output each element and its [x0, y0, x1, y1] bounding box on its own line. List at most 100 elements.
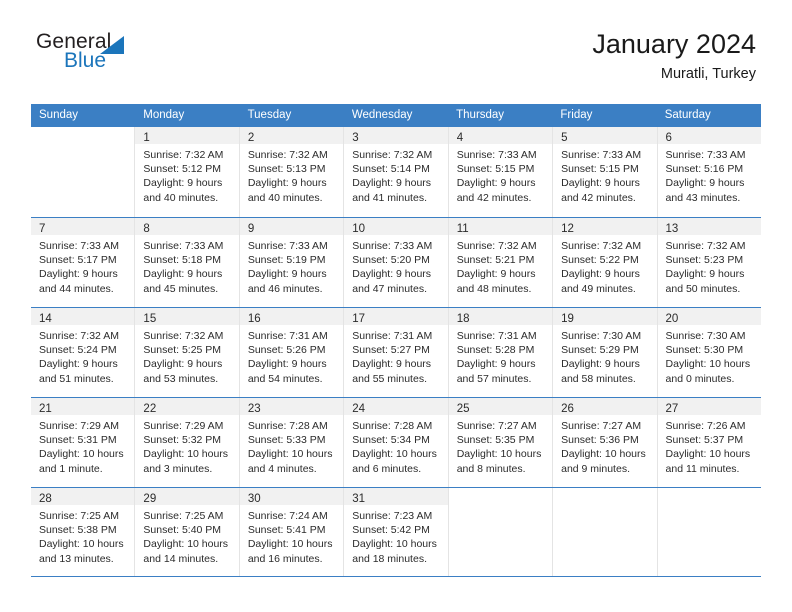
sunset-text: Sunset: 5:32 PM [143, 434, 222, 447]
daylight-text-line2: and 9 minutes. [561, 462, 630, 475]
day-number: 15 [143, 313, 157, 325]
daylight-text-line2: and 50 minutes. [665, 282, 741, 295]
day-cell[interactable]: 12 Sunrise: 7:32 AM Sunset: 5:22 PM Dayl… [553, 218, 658, 307]
sunset-text: Sunset: 5:13 PM [247, 163, 326, 176]
day-number-bar: 26 [553, 398, 657, 415]
daylight-text-line1: Daylight: 9 hours [143, 177, 223, 190]
day-cell[interactable]: 21 Sunrise: 7:29 AM Sunset: 5:31 PM Dayl… [31, 398, 136, 487]
day-cell[interactable]: 17 Sunrise: 7:31 AM Sunset: 5:27 PM Dayl… [344, 308, 449, 397]
day-number: 4 [456, 132, 464, 144]
day-cell[interactable]: 8 Sunrise: 7:33 AM Sunset: 5:18 PM Dayli… [135, 218, 240, 307]
day-details: Sunrise: 7:24 AM Sunset: 5:41 PM Dayligh… [240, 505, 343, 566]
day-cell[interactable]: 31 Sunrise: 7:23 AM Sunset: 5:42 PM Dayl… [344, 488, 449, 576]
day-cell[interactable]: 10 Sunrise: 7:33 AM Sunset: 5:20 PM Dayl… [344, 218, 449, 307]
week-row: 28 Sunrise: 7:25 AM Sunset: 5:38 PM Dayl… [31, 487, 761, 577]
day-cell[interactable]: 9 Sunrise: 7:33 AM Sunset: 5:19 PM Dayli… [239, 218, 345, 307]
day-cell[interactable]: 15 Sunrise: 7:32 AM Sunset: 5:25 PM Dayl… [135, 308, 240, 397]
daylight-text-line1: Daylight: 9 hours [665, 177, 745, 190]
day-cell[interactable]: 13 Sunrise: 7:32 AM Sunset: 5:23 PM Dayl… [657, 218, 761, 307]
day-number-bar: 27 [657, 398, 761, 415]
day-number-bar: 10 [344, 218, 448, 235]
day-number-bar: 6 [657, 127, 761, 144]
sunset-text: Sunset: 5:24 PM [39, 344, 117, 357]
day-cell[interactable]: 27 Sunrise: 7:26 AM Sunset: 5:37 PM Dayl… [657, 398, 761, 487]
day-number-bar: 18 [448, 308, 553, 325]
day-cell[interactable]: 29 Sunrise: 7:25 AM Sunset: 5:40 PM Dayl… [135, 488, 240, 576]
sunrise-text: Sunrise: 7:32 AM [247, 149, 328, 161]
daylight-text-line2: and 55 minutes. [352, 372, 427, 385]
day-cell[interactable]: 19 Sunrise: 7:30 AM Sunset: 5:29 PM Dayl… [553, 308, 658, 397]
day-details: Sunrise: 7:33 AM Sunset: 5:19 PM Dayligh… [240, 235, 343, 296]
sunrise-text: Sunrise: 7:33 AM [143, 240, 224, 252]
daylight-text-line1: Daylight: 9 hours [247, 177, 327, 190]
day-cell[interactable]: 30 Sunrise: 7:24 AM Sunset: 5:41 PM Dayl… [239, 488, 345, 576]
daylight-text-line1: Daylight: 10 hours [561, 448, 646, 461]
sunset-text: Sunset: 5:26 PM [247, 344, 326, 357]
daylight-text-line1: Daylight: 10 hours [143, 538, 229, 551]
day-number-bar: 14 [31, 308, 135, 325]
daylight-text-line1: Daylight: 9 hours [456, 358, 536, 371]
day-details: Sunrise: 7:33 AM Sunset: 5:15 PM Dayligh… [553, 144, 656, 205]
day-cell[interactable]: 23 Sunrise: 7:28 AM Sunset: 5:33 PM Dayl… [239, 398, 345, 487]
day-details: Sunrise: 7:33 AM Sunset: 5:16 PM Dayligh… [658, 144, 761, 205]
day-cell[interactable]: 26 Sunrise: 7:27 AM Sunset: 5:36 PM Dayl… [553, 398, 658, 487]
brand-logo[interactable]: General Blue [36, 30, 256, 86]
day-cell[interactable]: 18 Sunrise: 7:31 AM Sunset: 5:28 PM Dayl… [448, 308, 554, 397]
sunset-text: Sunset: 5:16 PM [665, 163, 744, 176]
sunset-text: Sunset: 5:34 PM [352, 434, 430, 447]
day-cell[interactable]: 7 Sunrise: 7:33 AM Sunset: 5:17 PM Dayli… [31, 218, 136, 307]
day-cell[interactable]: 24 Sunrise: 7:28 AM Sunset: 5:34 PM Dayl… [344, 398, 449, 487]
sunrise-text: Sunrise: 7:29 AM [39, 420, 119, 432]
sunset-text: Sunset: 5:17 PM [39, 254, 117, 267]
day-cell[interactable]: 14 Sunrise: 7:32 AM Sunset: 5:24 PM Dayl… [31, 308, 136, 397]
sunrise-text: Sunrise: 7:32 AM [39, 330, 119, 342]
daylight-text-line2: and 54 minutes. [247, 372, 323, 385]
day-number-bar: 4 [448, 127, 553, 144]
day-details: Sunrise: 7:32 AM Sunset: 5:12 PM Dayligh… [135, 144, 238, 205]
day-details: Sunrise: 7:25 AM Sunset: 5:38 PM Dayligh… [31, 505, 134, 566]
daylight-text-line1: Daylight: 10 hours [39, 538, 124, 551]
day-number: 30 [247, 493, 261, 505]
day-cell[interactable]: 3 Sunrise: 7:32 AM Sunset: 5:14 PM Dayli… [344, 127, 449, 217]
day-details: Sunrise: 7:29 AM Sunset: 5:31 PM Dayligh… [31, 415, 134, 476]
day-cell[interactable]: 1 Sunrise: 7:32 AM Sunset: 5:12 PM Dayli… [135, 127, 240, 217]
sunset-text: Sunset: 5:20 PM [352, 254, 430, 267]
sunrise-text: Sunrise: 7:28 AM [247, 420, 328, 432]
sunset-text: Sunset: 5:36 PM [561, 434, 639, 447]
day-cell[interactable]: 11 Sunrise: 7:32 AM Sunset: 5:21 PM Dayl… [448, 218, 554, 307]
daylight-text-line1: Daylight: 9 hours [665, 268, 745, 281]
daylight-text-line2: and 4 minutes. [247, 462, 317, 475]
sunset-text: Sunset: 5:14 PM [352, 163, 430, 176]
sunrise-text: Sunrise: 7:30 AM [561, 330, 642, 342]
daylight-text-line2: and 1 minute. [39, 462, 103, 475]
sunrise-text: Sunrise: 7:26 AM [665, 420, 746, 432]
day-cell[interactable]: 2 Sunrise: 7:32 AM Sunset: 5:13 PM Dayli… [239, 127, 345, 217]
sunset-text: Sunset: 5:38 PM [39, 524, 117, 537]
day-cell[interactable]: 16 Sunrise: 7:31 AM Sunset: 5:26 PM Dayl… [239, 308, 345, 397]
sunset-text: Sunset: 5:35 PM [456, 434, 535, 447]
sunrise-text: Sunrise: 7:32 AM [143, 149, 224, 161]
sunset-text: Sunset: 5:37 PM [665, 434, 744, 447]
day-cell[interactable]: 20 Sunrise: 7:30 AM Sunset: 5:30 PM Dayl… [657, 308, 761, 397]
daylight-text-line2: and 11 minutes. [665, 462, 740, 475]
week-row: 21 Sunrise: 7:29 AM Sunset: 5:31 PM Dayl… [31, 397, 761, 487]
day-cell[interactable]: 4 Sunrise: 7:33 AM Sunset: 5:15 PM Dayli… [448, 127, 554, 217]
sunrise-text: Sunrise: 7:31 AM [456, 330, 537, 342]
day-cell [658, 488, 761, 576]
day-cell[interactable]: 22 Sunrise: 7:29 AM Sunset: 5:32 PM Dayl… [135, 398, 240, 487]
day-details: Sunrise: 7:32 AM Sunset: 5:25 PM Dayligh… [135, 325, 238, 386]
sunset-text: Sunset: 5:21 PM [456, 254, 535, 267]
day-number: 19 [561, 313, 574, 325]
day-cell[interactable]: 5 Sunrise: 7:33 AM Sunset: 5:15 PM Dayli… [553, 127, 658, 217]
day-details: Sunrise: 7:31 AM Sunset: 5:28 PM Dayligh… [449, 325, 552, 386]
day-cell[interactable]: 25 Sunrise: 7:27 AM Sunset: 5:35 PM Dayl… [448, 398, 554, 487]
day-details: Sunrise: 7:33 AM Sunset: 5:15 PM Dayligh… [449, 144, 552, 205]
daylight-text-line2: and 16 minutes. [247, 552, 323, 565]
day-number-bar: 20 [657, 308, 761, 325]
day-cell[interactable]: 6 Sunrise: 7:33 AM Sunset: 5:16 PM Dayli… [657, 127, 761, 217]
daylight-text-line1: Daylight: 9 hours [456, 177, 536, 190]
daylight-text-line2: and 43 minutes. [665, 191, 741, 204]
day-number-bar [449, 488, 552, 505]
day-cell[interactable]: 28 Sunrise: 7:25 AM Sunset: 5:38 PM Dayl… [31, 488, 136, 576]
day-number-bar: 21 [31, 398, 135, 415]
